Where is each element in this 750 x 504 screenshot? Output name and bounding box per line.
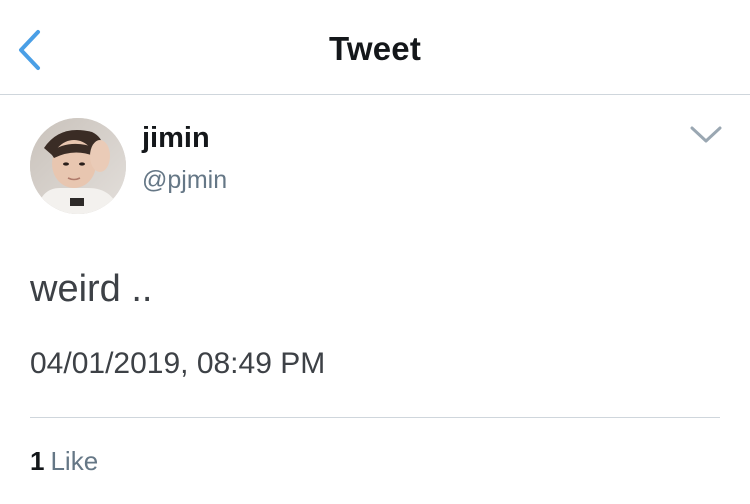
tweet-detail-screen: Tweet jimin @pjmin weird .. 04/01/2019, …	[0, 0, 750, 504]
likes-link[interactable]: 1 Like	[30, 446, 98, 477]
likes-count: 1	[30, 446, 45, 476]
tweet-timestamp: 04/01/2019, 08:49 PM	[30, 347, 326, 380]
page-title: Tweet	[328, 30, 422, 67]
tweet-options-button[interactable]	[688, 122, 724, 148]
author-display-name[interactable]: jimin	[142, 122, 210, 155]
divider	[30, 417, 720, 418]
author-handle[interactable]: @pjmin	[142, 166, 227, 195]
nav-header: Tweet	[0, 0, 750, 95]
avatar[interactable]	[30, 118, 126, 214]
likes-label: Like	[50, 446, 99, 476]
chevron-down-icon	[690, 126, 722, 143]
profile-photo	[30, 118, 126, 214]
tweet-text: weird ..	[30, 268, 153, 310]
